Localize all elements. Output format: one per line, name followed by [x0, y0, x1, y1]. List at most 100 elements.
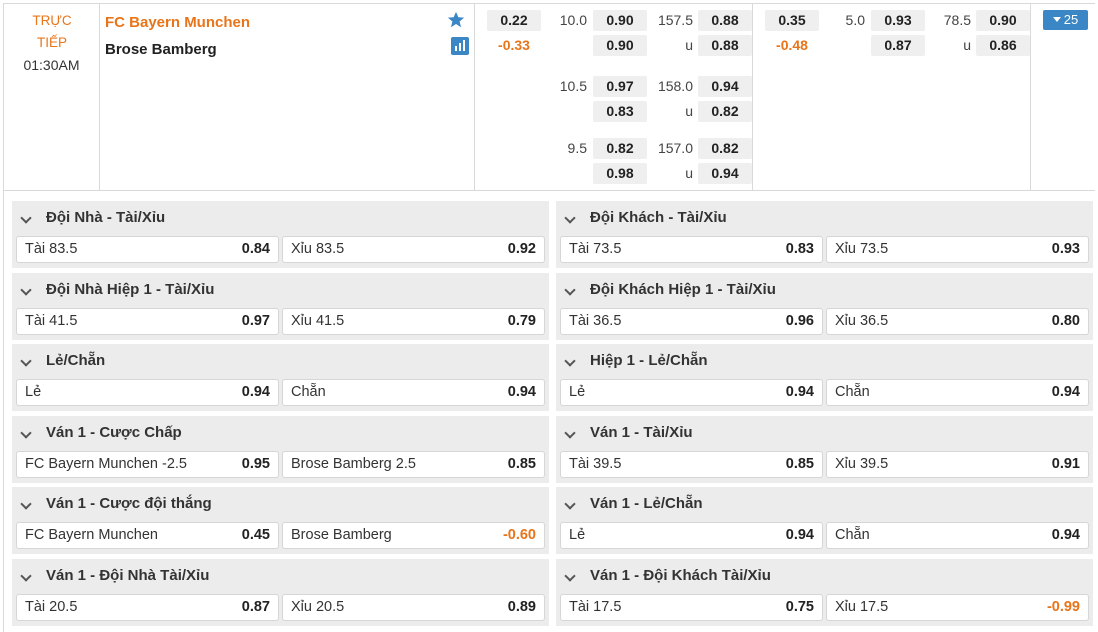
moneyline-home[interactable]: 0.22	[487, 10, 541, 31]
chevron-down-icon[interactable]	[564, 212, 576, 224]
selection-a[interactable]: Tài 17.5 0.75	[560, 593, 823, 621]
selection-b[interactable]: Xỉu 41.5 0.79	[282, 307, 545, 335]
handicap-away-odd[interactable]: 0.83	[593, 101, 647, 122]
market-title[interactable]: Ván 1 - Đội Khách Tài/Xỉu	[590, 567, 771, 584]
selection-b[interactable]: Xỉu 39.5 0.91	[826, 450, 1089, 478]
selection-a[interactable]: Lẻ 0.94	[560, 379, 823, 406]
under-odd[interactable]: 0.88	[698, 35, 752, 56]
selection-odd: 0.85	[785, 455, 814, 472]
selection-odd: 0.92	[507, 241, 536, 257]
selection-odd: 0.80	[1051, 312, 1080, 329]
chevron-down-icon[interactable]	[564, 569, 576, 582]
chevron-down-icon[interactable]	[564, 355, 576, 367]
handicap-line: 9.5	[567, 140, 587, 156]
selection-b[interactable]: Xỉu 83.5 0.92	[282, 236, 545, 263]
chevron-down-icon[interactable]	[20, 212, 32, 224]
selection-b[interactable]: Brose Bamberg -0.60	[282, 522, 545, 549]
market-title[interactable]: Hiệp 1 - Lẻ/Chẵn	[590, 352, 708, 369]
selection-odd: 0.96	[785, 312, 814, 329]
chevron-down-icon[interactable]	[20, 283, 32, 296]
selection-label: Xỉu 36.5	[835, 312, 889, 329]
selection-odd: 0.84	[241, 241, 270, 257]
selection-b[interactable]: Chẵn 0.94	[826, 522, 1089, 549]
handicap-away-odd[interactable]: 0.98	[593, 163, 647, 184]
over-odd[interactable]: 0.94	[698, 76, 752, 97]
under-odd[interactable]: 0.86	[976, 35, 1030, 56]
more-markets-button[interactable]: 25	[1043, 10, 1088, 30]
moneyline-away[interactable]: -0.33	[487, 35, 541, 56]
markets-grid: Đội Nhà - Tài/Xỉu Tài 83.5 0.84 Xỉu 83.5 0.9…	[3, 191, 1095, 632]
market-panel: Ván 1 - Tài/Xỉu Tài 39.5 0.85 Xỉu 39.5 0.91	[556, 415, 1093, 483]
selection-a[interactable]: Tài 41.5 0.97	[16, 307, 279, 335]
market-title[interactable]: Ván 1 - Đội Nhà Tài/Xỉu	[46, 567, 209, 584]
market-title[interactable]: Ván 1 - Lẻ/Chẵn	[590, 495, 703, 512]
handicap-away-odd[interactable]: 0.87	[871, 35, 925, 56]
selection-b[interactable]: Xỉu 20.5 0.89	[282, 593, 545, 621]
selection-b[interactable]: Xỉu 73.5 0.93	[826, 236, 1089, 263]
chevron-down-icon[interactable]	[20, 569, 32, 582]
selection-a[interactable]: FC Bayern Munchen 0.45	[16, 522, 279, 549]
selection-label: Xỉu 83.5	[291, 241, 345, 257]
under-odd[interactable]: 0.82	[698, 101, 752, 122]
over-odd[interactable]: 0.88	[698, 10, 752, 31]
over-odd[interactable]: 0.90	[976, 10, 1030, 31]
market-panel: Đội Nhà - Tài/Xỉu Tài 83.5 0.84 Xỉu 83.5 0.9…	[12, 201, 549, 268]
selection-odd: 0.94	[785, 384, 814, 400]
selection-a[interactable]: Lẻ 0.94	[16, 379, 279, 406]
teams-cell: FC Bayern Munchen Brose Bamberg	[100, 4, 475, 190]
home-team-name[interactable]: FC Bayern Munchen	[105, 14, 250, 31]
market-title[interactable]: Đội Khách Hiệp 1 - Tài/Xỉu	[590, 281, 776, 298]
market-panel: Đội Khách - Tài/Xỉu Tài 73.5 0.83 Xỉu 73.5 0…	[556, 201, 1093, 268]
handicap-line: 10.5	[559, 78, 587, 94]
selection-a[interactable]: FC Bayern Munchen -2.5 0.95	[16, 450, 279, 478]
selection-odd: 0.94	[785, 527, 814, 543]
selection-b[interactable]: Xỉu 36.5 0.80	[826, 307, 1089, 335]
market-title[interactable]: Lẻ/Chẵn	[46, 352, 105, 369]
under-odd[interactable]: 0.94	[698, 163, 752, 184]
selection-a[interactable]: Tài 39.5 0.85	[560, 450, 823, 478]
moneyline-away[interactable]: -0.48	[765, 35, 819, 56]
selection-odd: 0.75	[785, 598, 814, 615]
over-odd[interactable]: 0.82	[698, 138, 752, 159]
market-title[interactable]: Đội Nhà Hiệp 1 - Tài/Xỉu	[46, 281, 214, 298]
market-title[interactable]: Đội Nhà - Tài/Xỉu	[46, 209, 165, 226]
selection-odd: 0.89	[507, 598, 536, 615]
market-title[interactable]: Đội Khách - Tài/Xỉu	[590, 209, 727, 226]
chevron-down-icon[interactable]	[564, 426, 576, 439]
handicap-home-odd[interactable]: 0.90	[593, 10, 647, 31]
live-status: TRỰC TIẾP	[32, 13, 72, 50]
selection-a[interactable]: Tài 83.5 0.84	[16, 236, 279, 263]
selection-odd: 0.94	[1051, 527, 1080, 543]
market-title[interactable]: Ván 1 - Tài/Xỉu	[590, 424, 693, 441]
selection-label: Tài 20.5	[25, 598, 78, 615]
selection-b[interactable]: Chẵn 0.94	[282, 379, 545, 406]
selection-a[interactable]: Tài 20.5 0.87	[16, 593, 279, 621]
market-title[interactable]: Ván 1 - Cược Chấp	[46, 424, 182, 441]
selection-odd: 0.95	[241, 455, 270, 472]
chevron-down-icon[interactable]	[20, 355, 32, 367]
chevron-down-icon[interactable]	[564, 283, 576, 296]
chevron-down-icon[interactable]	[20, 498, 32, 510]
under-label: u	[963, 37, 971, 53]
chevron-down-icon[interactable]	[564, 498, 576, 510]
selection-odd: 0.94	[507, 384, 536, 400]
selection-b[interactable]: Xỉu 17.5 -0.99	[826, 593, 1089, 621]
moneyline-home[interactable]: 0.35	[765, 10, 819, 31]
selection-label: Chẵn	[291, 384, 326, 400]
selection-a[interactable]: Lẻ 0.94	[560, 522, 823, 549]
selection-b[interactable]: Brose Bamberg 2.5 0.85	[282, 450, 545, 478]
star-icon[interactable]	[447, 11, 465, 29]
selection-label: Brose Bamberg 2.5	[291, 455, 416, 472]
selection-label: Tài 17.5	[569, 598, 622, 615]
handicap-home-odd[interactable]: 0.97	[593, 76, 647, 97]
market-title[interactable]: Ván 1 - Cược đội thắng	[46, 495, 212, 512]
bar-chart-icon[interactable]	[451, 37, 469, 55]
selection-b[interactable]: Chẵn 0.94	[826, 379, 1089, 406]
handicap-home-odd[interactable]: 0.93	[871, 10, 925, 31]
chevron-down-icon[interactable]	[20, 426, 32, 439]
selection-a[interactable]: Tài 36.5 0.96	[560, 307, 823, 335]
selection-odd: -0.60	[502, 527, 536, 543]
handicap-home-odd[interactable]: 0.82	[593, 138, 647, 159]
handicap-away-odd[interactable]: 0.90	[593, 35, 647, 56]
selection-a[interactable]: Tài 73.5 0.83	[560, 236, 823, 263]
